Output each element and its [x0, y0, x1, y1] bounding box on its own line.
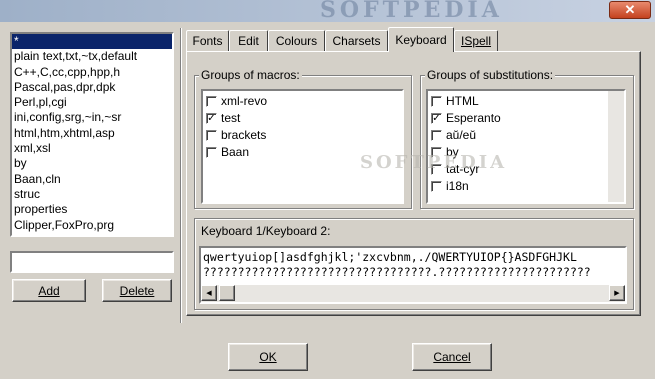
substitution-item[interactable]: aŭ/eŭ	[431, 127, 476, 143]
macro-label: brackets	[221, 128, 267, 142]
delete-button-label: Delete	[119, 283, 155, 298]
file-type-list-item[interactable]: html,htm,xhtml,asp	[12, 126, 172, 141]
tab-label: Fonts	[192, 34, 223, 48]
substitution-label: Esperanto	[446, 111, 501, 125]
macro-item[interactable]: brackets	[206, 127, 266, 143]
macro-label: xml-revo	[221, 94, 268, 108]
macro-item[interactable]: ✓ test	[206, 110, 240, 126]
macro-label: test	[221, 111, 241, 125]
substitutions-group-title: Groups of substitutions:	[425, 68, 556, 82]
checkbox-checked[interactable]: ✓	[206, 112, 217, 124]
tab-fonts[interactable]: Fonts	[186, 30, 229, 51]
macro-item[interactable]: Baan	[206, 144, 249, 160]
macros-checklist[interactable]: xml-revo ✓ test brackets Baan	[201, 89, 404, 204]
tab-keyboard[interactable]: Keyboard	[388, 27, 454, 52]
scroll-right-icon[interactable]: ▶	[609, 285, 625, 301]
checkbox-checked[interactable]: ✓	[431, 112, 442, 124]
checkbox[interactable]	[431, 129, 442, 141]
file-type-list-item[interactable]: xml,xsl	[12, 141, 172, 156]
file-type-list-item[interactable]: ini,config,srg,~in,~sr	[12, 110, 172, 125]
keyboard-1-line: qwertyuiop[]asdfghjkl;'zxcvbnm,./QWERTYU…	[203, 250, 577, 264]
tab-edit[interactable]: Edit	[229, 30, 268, 51]
checkbox[interactable]	[431, 95, 442, 107]
file-type-list[interactable]: * plain text,txt,~tx,default C++,C,cc,cpp,…	[10, 32, 174, 237]
checkbox[interactable]	[206, 129, 217, 141]
close-button[interactable]: ✕	[609, 1, 651, 19]
keyboard-group-title: Keyboard 1/Keyboard 2:	[199, 224, 333, 238]
tab-label: Colours	[275, 34, 318, 48]
tab-label: ISpell	[460, 34, 492, 48]
vertical-scrollbar[interactable]	[608, 91, 624, 202]
tab-colours[interactable]: Colours	[268, 30, 325, 51]
cancel-button-label: Cancel	[433, 350, 471, 364]
file-type-input[interactable]	[10, 251, 174, 273]
add-button[interactable]: Add	[12, 279, 86, 302]
tab-label: Keyboard	[395, 33, 447, 47]
ok-button[interactable]: OK	[228, 343, 308, 371]
vertical-divider	[180, 28, 182, 323]
file-type-list-item[interactable]: properties	[12, 202, 172, 217]
macro-item[interactable]: xml-revo	[206, 93, 267, 109]
tab-label: Edit	[238, 34, 259, 48]
file-type-list-item[interactable]: Perl,pl,cgi	[12, 95, 172, 110]
watermark-logo: SOFTPEDIA	[320, 0, 503, 21]
file-type-list-item[interactable]: Baan,cln	[12, 172, 172, 187]
file-type-list-item[interactable]: Clipper,FoxPro,prg	[12, 218, 172, 233]
horizontal-scrollbar[interactable]: ◀ ▶	[201, 285, 625, 302]
ok-button-label: OK	[259, 350, 277, 364]
file-type-list-item[interactable]: struc	[12, 187, 172, 202]
checkbox[interactable]	[206, 95, 217, 107]
substitution-label: i18n	[446, 179, 469, 193]
keyboard-mapping-field[interactable]: qwertyuiop[]asdfghjkl;'zxcvbnm,./QWERTYU…	[199, 246, 627, 304]
add-button-label: Add	[38, 283, 60, 298]
tab-label: Charsets	[332, 34, 381, 48]
delete-button[interactable]: Delete	[102, 279, 172, 302]
file-type-list-item[interactable]: *	[12, 34, 172, 50]
substitution-label: HTML	[446, 94, 479, 108]
substitution-item[interactable]: HTML	[431, 93, 479, 109]
checkbox[interactable]	[431, 180, 442, 192]
file-type-list-item[interactable]: C++,C,cc,cpp,hpp,h	[12, 65, 172, 80]
tab-ispell[interactable]: ISpell	[454, 30, 498, 51]
substitution-item[interactable]: ✓ Esperanto	[431, 110, 501, 126]
file-type-list-item[interactable]: Pascal,pas,dpr,dpk	[12, 80, 172, 95]
file-type-list-item[interactable]: plain text,txt,~tx,default	[12, 49, 172, 64]
checkbox[interactable]	[206, 146, 217, 158]
file-type-list-item[interactable]: by	[12, 156, 172, 171]
tab-charsets[interactable]: Charsets	[325, 30, 388, 51]
substitutions-checklist[interactable]: HTML ✓ Esperanto aŭ/eŭ by tat-cyr i18n	[426, 89, 626, 204]
scroll-left-icon[interactable]: ◀	[201, 285, 217, 301]
keyboard-2-line: ?????????????????????????????????.??????…	[203, 265, 591, 279]
scroll-thumb[interactable]	[219, 285, 235, 301]
macros-group-title: Groups of macros:	[199, 68, 302, 82]
macro-label: Baan	[221, 145, 250, 159]
close-icon: ✕	[624, 2, 636, 17]
substitution-item[interactable]: i18n	[431, 178, 469, 194]
watermark-logo-center: SOFTPEDIA	[360, 152, 508, 173]
cancel-button[interactable]: Cancel	[412, 343, 492, 371]
substitution-label: aŭ/eŭ	[446, 128, 477, 142]
